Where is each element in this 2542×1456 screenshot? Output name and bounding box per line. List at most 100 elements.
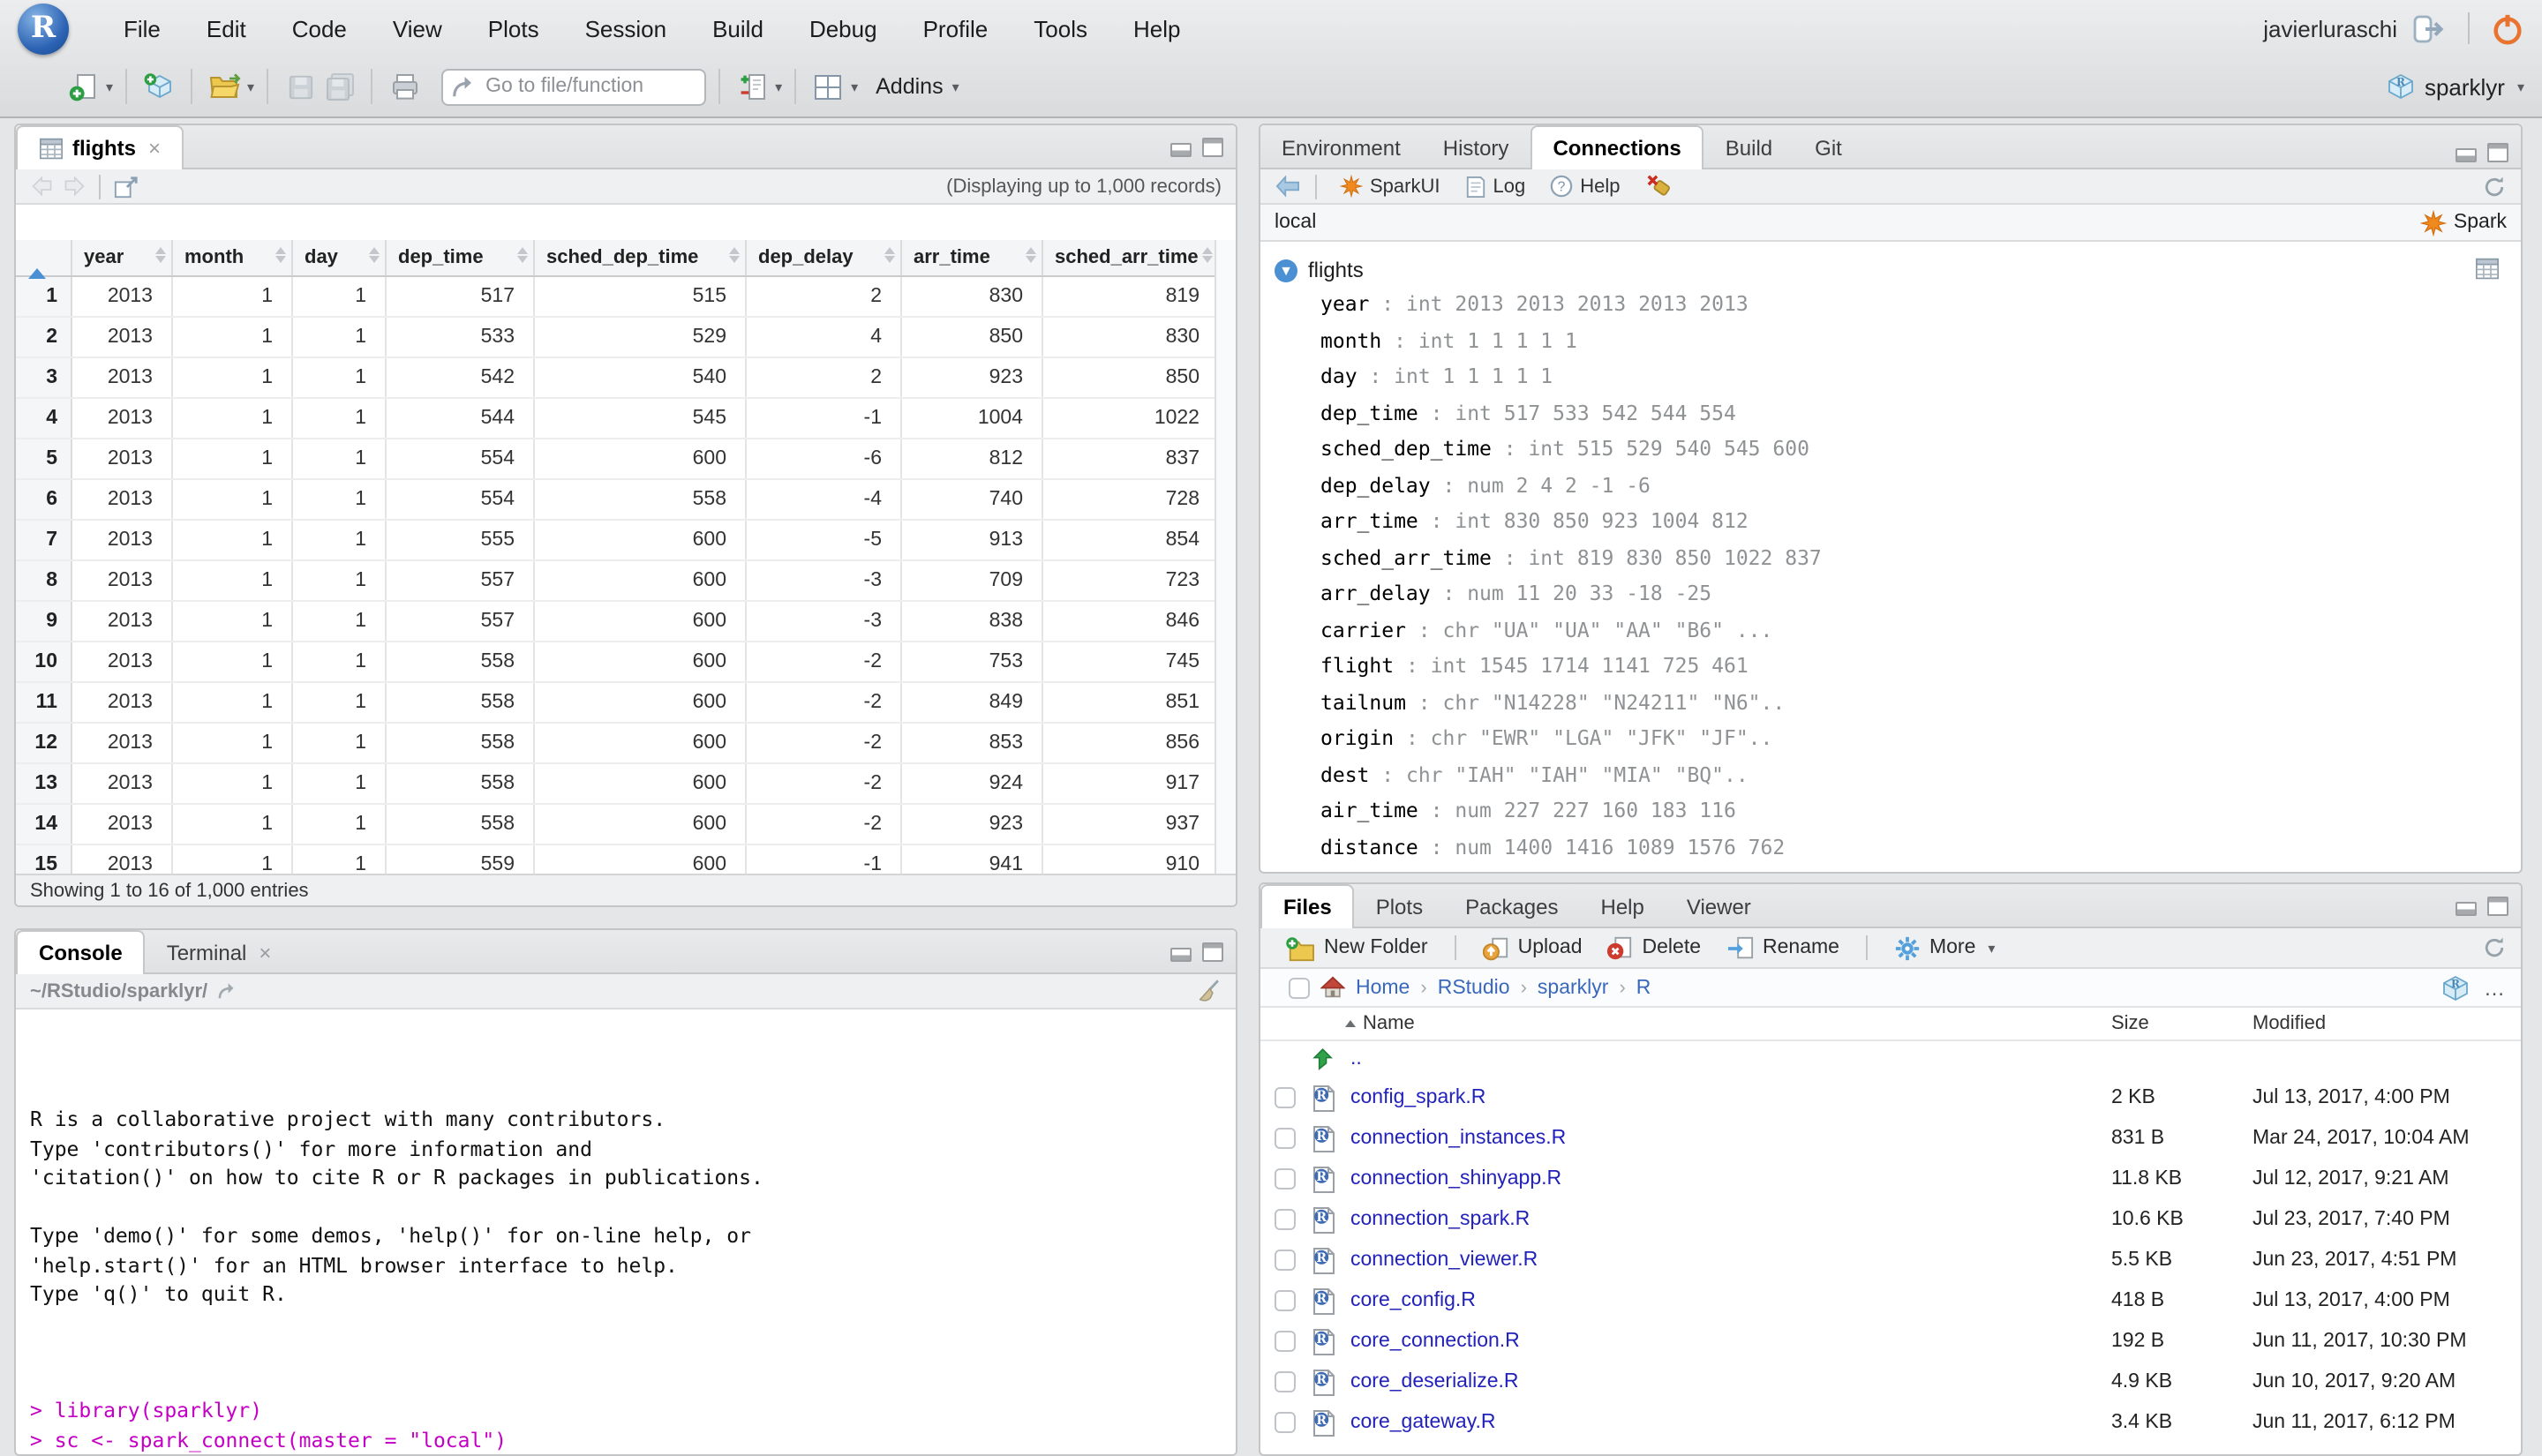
file-row[interactable]: R core_connection.R 192 B Jun 11, 2017, … — [1260, 1320, 2521, 1361]
column-header[interactable]: day — [291, 240, 386, 276]
new-file-button[interactable] — [64, 65, 102, 108]
version-control-button[interactable] — [733, 65, 771, 108]
minimize-button[interactable] — [2456, 902, 2477, 916]
menu-item[interactable]: Plots — [465, 8, 562, 49]
pane-tab[interactable]: Build — [1704, 125, 1794, 169]
menu-item[interactable]: Help — [1110, 8, 1204, 49]
column-header[interactable]: arr_time — [900, 240, 1042, 276]
file-row[interactable]: R core_config.R 418 B Jul 13, 2017, 4:00… — [1260, 1280, 2521, 1320]
menu-item[interactable]: Session — [562, 8, 690, 49]
menu-item[interactable]: View — [370, 8, 465, 49]
file-checkbox[interactable] — [1275, 1167, 1296, 1189]
file-row[interactable]: R connection_spark.R 10.6 KB Jul 23, 201… — [1260, 1198, 2521, 1239]
refresh-button[interactable] — [2482, 174, 2507, 199]
pane-tab[interactable]: History — [1422, 125, 1530, 169]
field-row[interactable]: dep_delay : num 2 4 2 -1 -6 — [1320, 472, 2507, 508]
tab-terminal[interactable]: Terminal × — [146, 930, 293, 974]
goto-directory-icon[interactable] — [216, 981, 239, 1001]
print-button[interactable] — [385, 65, 424, 108]
column-header[interactable]: year — [71, 240, 172, 276]
forward-icon[interactable] — [62, 175, 86, 198]
column-header-size[interactable]: Size — [2111, 1013, 2149, 1034]
menu-item[interactable]: Code — [269, 8, 370, 49]
back-icon[interactable] — [30, 175, 55, 198]
column-header[interactable]: dep_delay — [745, 240, 901, 276]
file-checkbox[interactable] — [1275, 1086, 1296, 1107]
new-project-button[interactable] — [139, 65, 178, 108]
field-row[interactable]: year : int 2013 2013 2013 2013 2013 — [1320, 291, 2507, 327]
column-header-name[interactable]: Name — [1260, 1013, 1415, 1034]
file-name-link[interactable]: core_deserialize.R — [1350, 1370, 1519, 1392]
field-row[interactable]: air_time : num 227 227 160 183 116 — [1320, 798, 2507, 834]
field-row[interactable]: hour : num 5 5 5 5 6 — [1320, 870, 2507, 872]
sort-arrows-icon[interactable] — [275, 247, 285, 263]
maximize-button[interactable] — [1202, 942, 1223, 962]
menu-item[interactable]: Debug — [786, 8, 900, 49]
column-header[interactable]: dep_time — [385, 240, 534, 276]
tab-console[interactable]: Console — [16, 930, 146, 974]
file-name-link[interactable]: connection_viewer.R — [1350, 1249, 1538, 1270]
clear-console-button[interactable] — [1195, 978, 1222, 1004]
open-in-new-window-icon[interactable] — [113, 174, 139, 199]
file-row[interactable]: R config_spark.R 2 KB Jul 13, 2017, 4:00… — [1260, 1077, 2521, 1117]
field-row[interactable]: arr_time : int 830 850 923 1004 812 — [1320, 508, 2507, 544]
console-output[interactable]: R is a collaborative project with many c… — [16, 1009, 1236, 1454]
field-row[interactable]: flight : int 1545 1714 1141 725 461 — [1320, 653, 2507, 689]
addins-menu[interactable]: Addins ▾ — [876, 74, 959, 99]
sort-arrows-icon[interactable] — [728, 247, 739, 263]
goto-file-input[interactable] — [441, 68, 707, 105]
upload-button[interactable]: Upload — [1472, 931, 1593, 964]
home-icon[interactable] — [1320, 976, 1345, 999]
version-control-dropdown[interactable]: ▾ — [775, 79, 782, 94]
quit-session-icon[interactable] — [2491, 11, 2524, 45]
delete-button[interactable]: Delete — [1597, 931, 1712, 964]
log-button[interactable]: Log — [1456, 170, 1535, 202]
view-table-icon[interactable] — [2475, 258, 2500, 281]
refresh-button[interactable] — [2482, 935, 2507, 960]
field-row[interactable]: dep_time : int 517 533 542 544 554 — [1320, 400, 2507, 436]
file-checkbox[interactable] — [1275, 1370, 1296, 1392]
open-file-button[interactable] — [205, 65, 244, 108]
select-all-checkbox[interactable] — [1289, 977, 1310, 998]
file-name-link[interactable]: core_config.R — [1350, 1289, 1476, 1310]
file-name-link[interactable]: core_gateway.R — [1350, 1411, 1496, 1432]
pane-tab[interactable]: Plots — [1355, 884, 1444, 928]
more-columns-button[interactable]: … — [2484, 975, 2507, 1000]
sort-arrows-icon[interactable] — [368, 247, 379, 263]
breadcrumb-link[interactable]: R — [1636, 977, 1651, 998]
column-header-modified[interactable]: Modified — [2252, 1013, 2326, 1034]
project-selector[interactable]: R sparklyr ▾ — [2388, 72, 2524, 101]
sort-arrows-icon[interactable] — [1025, 247, 1035, 263]
file-name-link[interactable]: connection_instances.R — [1350, 1127, 1566, 1148]
pane-tab[interactable]: Files — [1260, 884, 1355, 928]
file-checkbox[interactable] — [1275, 1289, 1296, 1310]
help-button[interactable]: ? Help — [1541, 170, 1628, 202]
maximize-button[interactable] — [2487, 143, 2508, 162]
field-row[interactable]: sched_arr_time : int 819 830 850 1022 83… — [1320, 544, 2507, 581]
parent-directory-row[interactable]: .. — [1260, 1041, 2521, 1077]
minimize-button[interactable] — [1170, 143, 1192, 157]
project-file-icon[interactable]: R — [2441, 973, 2470, 1002]
breadcrumb-link[interactable]: RStudio — [1438, 977, 1510, 998]
rename-button[interactable]: Rename — [1715, 931, 1850, 964]
tab-flights[interactable]: flights × — [16, 125, 184, 169]
pane-tab[interactable]: Git — [1794, 125, 1863, 169]
sort-arrows-icon[interactable] — [154, 247, 165, 263]
sign-out-icon[interactable] — [2411, 13, 2447, 43]
sort-arrows-icon[interactable] — [884, 247, 894, 263]
disconnect-button[interactable] — [1636, 170, 1680, 202]
file-row[interactable]: R core_deserialize.R 4.9 KB Jun 10, 2017… — [1260, 1361, 2521, 1401]
column-header[interactable]: sched_arr_time — [1042, 240, 1215, 276]
column-header[interactable]: sched_dep_time — [533, 240, 746, 276]
new-folder-button[interactable]: New Folder — [1275, 931, 1439, 964]
file-checkbox[interactable] — [1275, 1330, 1296, 1351]
field-row[interactable]: origin : chr "EWR" "LGA" "JFK" "JF".. — [1320, 725, 2507, 762]
pane-tab[interactable]: Viewer — [1666, 884, 1772, 928]
more-button[interactable]: More ▾ — [1884, 931, 2005, 964]
field-row[interactable]: carrier : chr "UA" "UA" "AA" "B6" ... — [1320, 617, 2507, 653]
menu-item[interactable]: Tools — [1011, 8, 1110, 49]
file-checkbox[interactable] — [1275, 1127, 1296, 1148]
column-header[interactable]: month — [171, 240, 292, 276]
menu-item[interactable]: Edit — [184, 8, 269, 49]
file-checkbox[interactable] — [1275, 1208, 1296, 1229]
